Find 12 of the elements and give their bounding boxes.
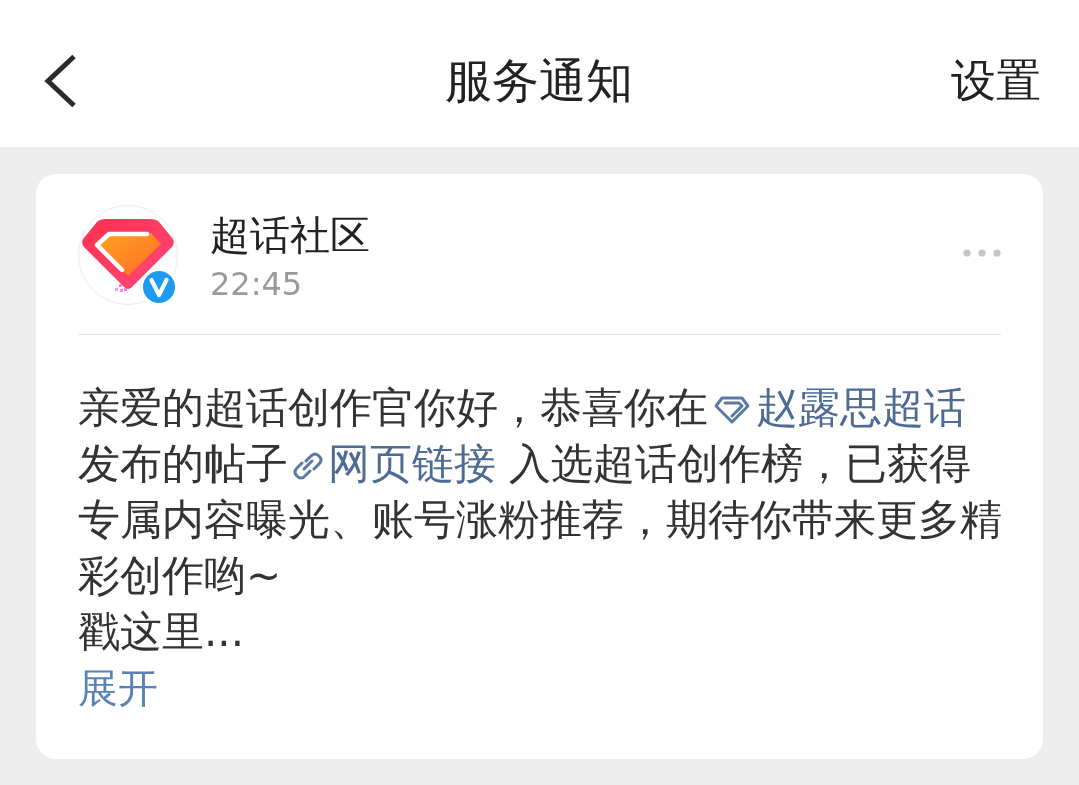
web-link[interactable]: 网页链接 <box>288 439 496 488</box>
message-text: 亲爱的超话创作官你好，恭喜你在 赵露思超话 发布的帖子 网页链接 入选超话创作榜，已获得专属内容曝光、账号涨粉推荐，期待你带来更多精彩创作哟~ 戳这里... <box>78 382 1003 658</box>
topic-link[interactable]: 赵露思超话 <box>708 383 966 432</box>
more-icon <box>963 249 1001 257</box>
expand-link[interactable]: 展开 <box>78 660 158 716</box>
sender-name: 超话社区 <box>210 211 370 259</box>
page-title: 服务通知 <box>444 51 633 110</box>
link-icon <box>292 451 324 481</box>
message-time: 22:45 <box>210 264 304 304</box>
chevron-left-icon <box>43 53 77 108</box>
settings-link[interactable]: 设置 <box>951 50 1041 111</box>
diamond-icon <box>713 395 751 425</box>
